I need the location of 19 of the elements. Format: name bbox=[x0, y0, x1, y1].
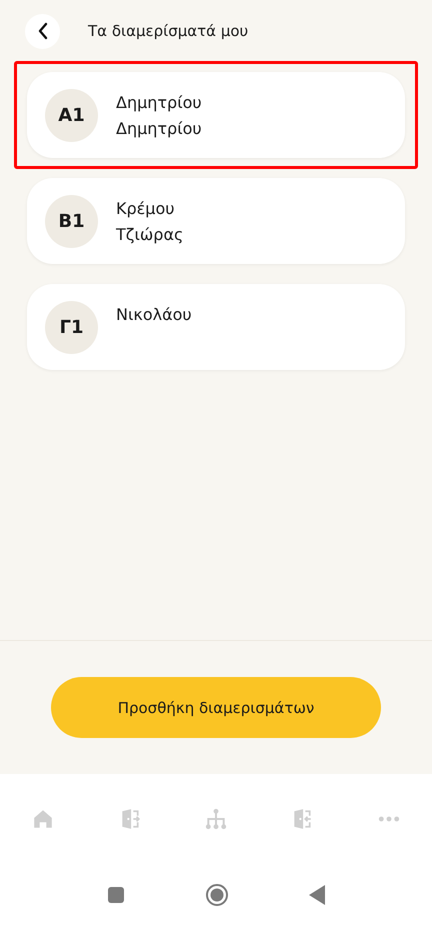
owner-name: Νικολάου bbox=[116, 304, 192, 326]
owner-name: Δημητρίου bbox=[116, 92, 202, 114]
apartment-card[interactable]: A1 Δημητρίου Δημητρίου bbox=[27, 72, 405, 158]
hierarchy-icon[interactable] bbox=[205, 808, 228, 830]
owner-name: Δημητρίου bbox=[116, 118, 202, 140]
page-title: Τα διαμερίσματά μου bbox=[88, 22, 248, 40]
owner-name: Τζιώρας bbox=[116, 224, 184, 246]
back-button[interactable] bbox=[25, 14, 60, 48]
owner-name: Κρέμου bbox=[116, 198, 176, 220]
apartment-code: Γ1 bbox=[45, 300, 98, 354]
home-icon[interactable] bbox=[205, 883, 229, 907]
apartment-code: A1 bbox=[45, 88, 98, 142]
apartment-code: B1 bbox=[45, 194, 98, 248]
add-apartments-button[interactable]: Προσθήκη διαμερισμάτων bbox=[51, 677, 381, 738]
apartment-card[interactable]: Γ1 Νικολάου bbox=[27, 284, 405, 370]
recents-icon[interactable] bbox=[107, 886, 125, 904]
back-icon bbox=[36, 22, 48, 40]
back-icon[interactable] bbox=[309, 885, 325, 905]
apartment-card[interactable]: B1 Κρέμου Τζιώρας bbox=[27, 178, 405, 264]
